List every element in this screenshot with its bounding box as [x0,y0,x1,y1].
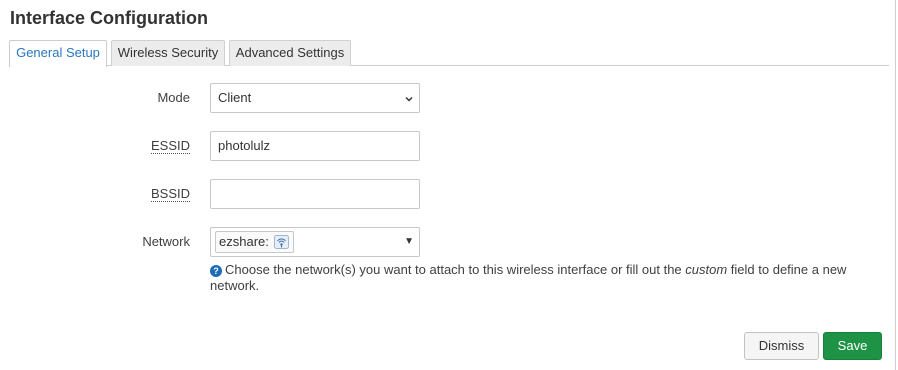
network-help-text: ? Choose the network(s) you want to attac… [210,262,850,294]
essid-input-value: photolulz [218,138,271,153]
mode-select[interactable]: Client [210,83,420,113]
network-dropdown[interactable]: ezshare: ▼ [210,227,420,257]
chevron-down-icon [405,96,413,102]
help-text-before: Choose the network(s) you want to attach… [225,262,686,277]
essid-label-text: ESSID [150,138,190,154]
mode-select-value: Client [218,90,252,105]
help-icon: ? [210,265,222,277]
tab-advanced-settings[interactable]: Advanced Settings [229,40,351,66]
dialog-title: Interface Configuration [10,8,209,28]
help-text-em: custom [685,262,728,277]
tab-wireless-security[interactable]: Wireless Security [111,40,225,66]
dropdown-triangle-icon: ▼ [404,236,414,247]
network-chip[interactable]: ezshare: [215,231,294,253]
panel-right-border [895,0,896,370]
save-button[interactable]: Save [823,332,882,360]
network-label: Network [9,234,190,250]
essid-input[interactable]: photolulz [210,131,420,161]
bssid-input[interactable] [210,179,420,209]
tab-bar: General Setup Wireless Security Advanced… [9,40,889,67]
bssid-label-text: BSSID [150,186,190,202]
bssid-label: BSSID [9,186,190,202]
mode-label: Mode [9,90,190,106]
dismiss-button[interactable]: Dismiss [744,332,819,360]
wifi-network-icon [274,235,289,249]
tab-general-setup[interactable]: General Setup [9,40,107,67]
network-chip-label: ezshare: [219,234,269,249]
mode-label-text: Mode [157,90,190,105]
essid-label: ESSID [9,138,190,154]
network-label-text: Network [142,234,190,249]
